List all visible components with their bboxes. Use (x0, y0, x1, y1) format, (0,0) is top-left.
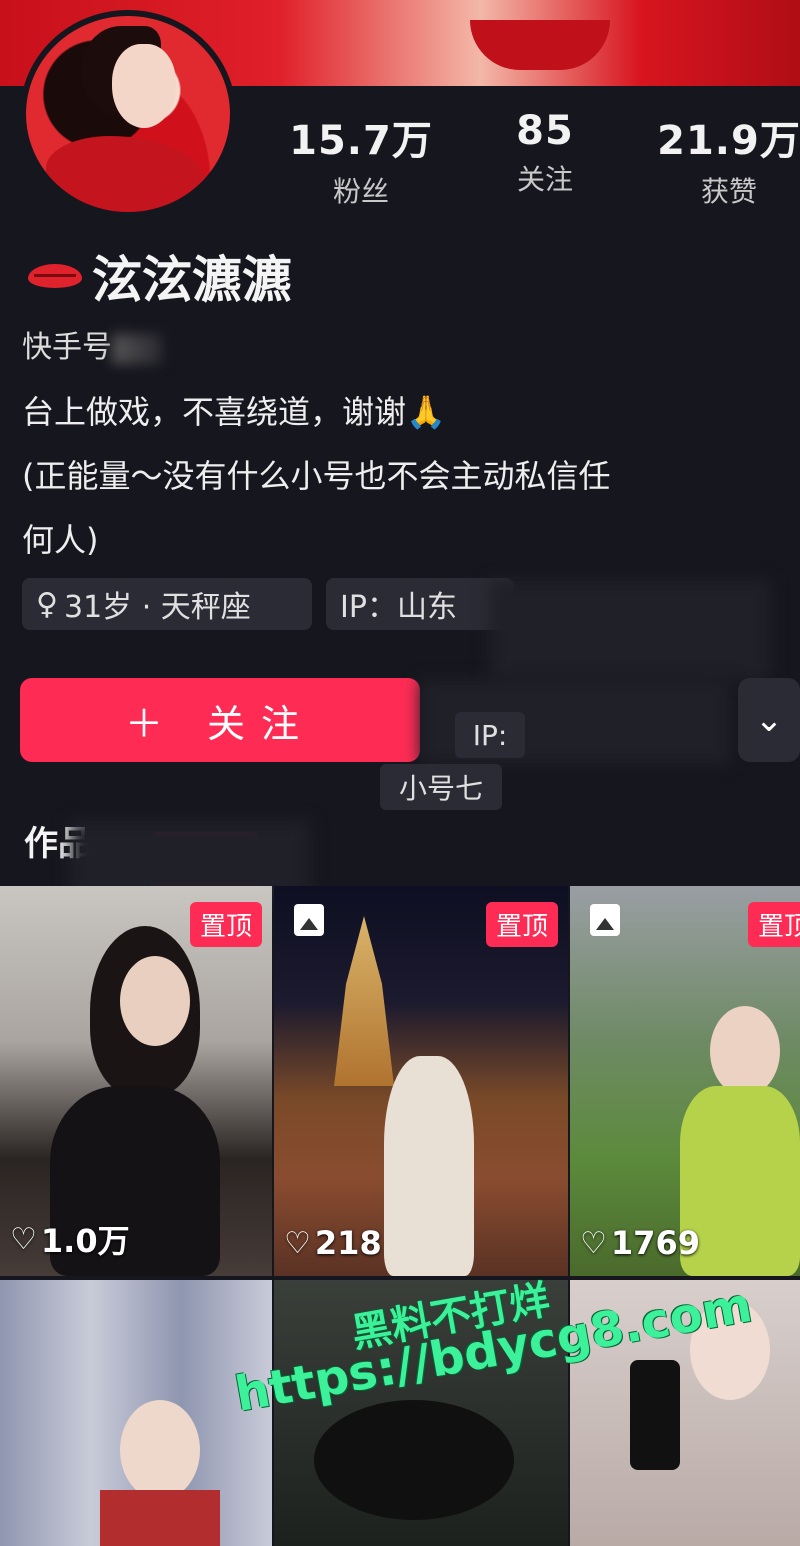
image-thumb[interactable]: 置顶 ♡ 218 (274, 886, 568, 1276)
avatar-face (112, 44, 176, 128)
stat-value: 85 (516, 108, 574, 154)
like-count-value: 1769 (610, 1224, 700, 1262)
kuaishou-id-label: 快手号 (22, 330, 112, 365)
age-zodiac-text: 31岁 · 天秤座 (63, 590, 251, 625)
lips-icon (28, 258, 82, 294)
stat-value: 15.7万 (289, 118, 433, 164)
ip-overlay-text: IP: (472, 718, 508, 752)
profile-name: 泫泫瀌瀌 (92, 251, 292, 309)
person-face (120, 956, 190, 1046)
follow-button[interactable]: ＋ 关注 (20, 678, 420, 762)
bio-line: 台上做戏，不喜绕道，谢谢🙏 (22, 393, 446, 431)
like-count: ♡ 1769 (580, 1224, 700, 1262)
alt-account-overlay: 小号七 (380, 764, 502, 810)
bio-line: 何人) (22, 521, 99, 559)
follow-label: ＋ 关注 (124, 701, 316, 746)
stat-likes[interactable]: 21.9万 获赞 (644, 108, 800, 210)
redacted-region (490, 580, 770, 680)
video-thumb[interactable] (0, 1280, 272, 1546)
female-icon: ♀ (36, 586, 58, 622)
stat-value: 21.9万 (657, 118, 800, 164)
image-thumb[interactable]: 置顶 ♡ 1769 (570, 886, 800, 1276)
heart-icon: ♡ (284, 1225, 311, 1261)
pinned-badge: 置顶 (189, 902, 262, 947)
heart-icon: ♡ (580, 1225, 607, 1261)
pinned-badge: 置顶 (747, 902, 800, 947)
banner-image (470, 20, 610, 70)
avatar-ribbon (46, 136, 206, 212)
stat-fans[interactable]: 15.7万 粉丝 (276, 108, 446, 210)
person-face (120, 1400, 200, 1500)
age-zodiac-tag: ♀ 31岁 · 天秤座 (22, 578, 312, 630)
ip-overlay: IP: (455, 712, 525, 758)
chevron-down-icon: ⌄ (754, 700, 784, 740)
ip-text: IP：山东 (340, 590, 457, 625)
image-icon (590, 904, 620, 936)
heart-icon: ♡ (10, 1221, 37, 1257)
like-count-value: 218 (314, 1224, 382, 1262)
stat-label: 关注 (516, 163, 573, 196)
dress-figure (384, 1056, 474, 1276)
like-count-value: 1.0万 (40, 1222, 130, 1260)
profile-bio: 台上做戏，不喜绕道，谢谢🙏 (正能量～没有什么小号也不会主动私信任 何人) (22, 380, 792, 572)
stat-following[interactable]: 85 关注 (460, 108, 630, 198)
like-count: ♡ 218 (284, 1224, 382, 1262)
phone-image (630, 1360, 680, 1470)
redacted-id (112, 333, 162, 364)
stat-label: 粉丝 (332, 175, 389, 208)
pinned-badge: 置顶 (485, 902, 558, 947)
pagoda-image (334, 916, 394, 1086)
video-thumb[interactable]: 置顶 ♡ 1.0万 (0, 886, 272, 1276)
more-options-button[interactable]: ⌄ (738, 678, 800, 762)
person-body (100, 1490, 220, 1546)
like-count: ♡ 1.0万 (10, 1216, 130, 1262)
mirror-image (314, 1400, 514, 1520)
person-face (710, 1006, 780, 1096)
kuaishou-id: 快手号 (22, 322, 162, 366)
avatar[interactable] (20, 10, 236, 218)
ip-tag: IP：山东 (326, 578, 514, 630)
bio-line: (正能量～没有什么小号也不会主动私信任 (22, 457, 611, 495)
alt-account-text: 小号七 (398, 772, 483, 805)
profile-name-row: 泫泫瀌瀌 (28, 240, 292, 312)
image-icon (294, 904, 324, 936)
stat-label: 获赞 (700, 175, 757, 208)
